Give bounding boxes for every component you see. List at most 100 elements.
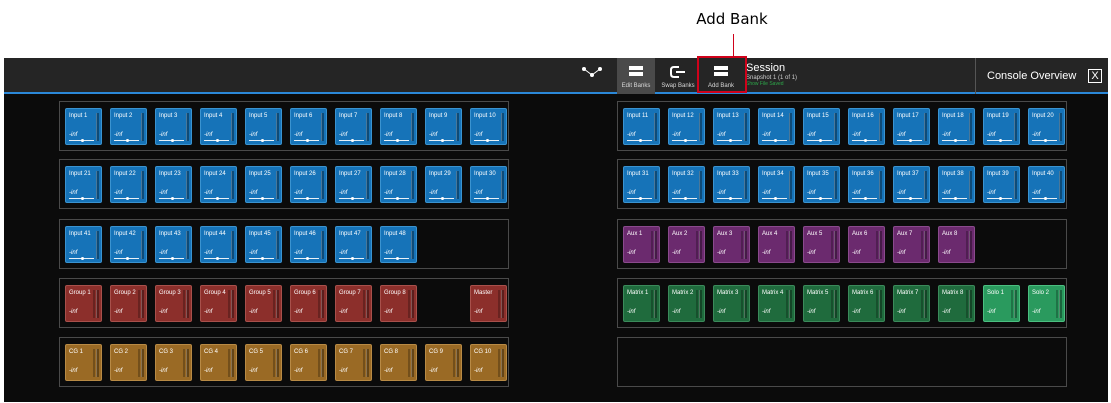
fader-knob[interactable] bbox=[864, 197, 867, 200]
fader-knob[interactable] bbox=[126, 257, 129, 260]
channel-strip-group[interactable]: Group 2 -inf bbox=[110, 285, 147, 322]
channel-strip-cg[interactable]: CG 4 -inf bbox=[200, 344, 237, 381]
fader-knob[interactable] bbox=[639, 139, 642, 142]
channel-strip-input[interactable]: Input 12 -inf bbox=[668, 108, 705, 145]
close-icon[interactable]: X bbox=[1088, 69, 1102, 83]
fader-knob[interactable] bbox=[126, 139, 129, 142]
channel-strip-input[interactable]: Input 41 -inf bbox=[65, 226, 102, 263]
channel-strip-input[interactable]: Input 27 -inf bbox=[335, 166, 372, 203]
channel-strip-input[interactable]: Input 17 -inf bbox=[893, 108, 930, 145]
fader-knob[interactable] bbox=[351, 139, 354, 142]
channel-strip-group[interactable]: Group 5 -inf bbox=[245, 285, 282, 322]
channel-strip-aux[interactable]: Aux 2 -inf bbox=[668, 226, 705, 263]
fader-knob[interactable] bbox=[729, 197, 732, 200]
channel-strip-cg[interactable]: CG 7 -inf bbox=[335, 344, 372, 381]
fader-knob[interactable] bbox=[171, 257, 174, 260]
channel-strip-cg[interactable]: CG 9 -inf bbox=[425, 344, 462, 381]
fader-knob[interactable] bbox=[909, 197, 912, 200]
channel-strip-input[interactable]: Input 2 -inf bbox=[110, 108, 147, 145]
edit-banks-button[interactable]: Edit Banks bbox=[617, 58, 655, 94]
channel-strip-input[interactable]: Input 44 -inf bbox=[200, 226, 237, 263]
channel-strip-input[interactable]: Input 3 -inf bbox=[155, 108, 192, 145]
channel-strip-aux[interactable]: Aux 6 -inf bbox=[848, 226, 885, 263]
channel-strip-input[interactable]: Input 5 -inf bbox=[245, 108, 282, 145]
channel-strip-matrix[interactable]: Matrix 3 -inf bbox=[713, 285, 750, 322]
fader-knob[interactable] bbox=[441, 139, 444, 142]
channel-strip-input[interactable]: Input 10 -inf bbox=[470, 108, 507, 145]
channel-strip-input[interactable]: Input 35 -inf bbox=[803, 166, 840, 203]
channel-strip-input[interactable]: Input 4 -inf bbox=[200, 108, 237, 145]
channel-strip-input[interactable]: Input 18 -inf bbox=[938, 108, 975, 145]
fader-knob[interactable] bbox=[819, 197, 822, 200]
fader-knob[interactable] bbox=[171, 139, 174, 142]
fader-knob[interactable] bbox=[351, 257, 354, 260]
fader-knob[interactable] bbox=[216, 139, 219, 142]
fader-knob[interactable] bbox=[81, 197, 84, 200]
channel-strip-input[interactable]: Input 1 -inf bbox=[65, 108, 102, 145]
channel-strip-matrix[interactable]: Matrix 1 -inf bbox=[623, 285, 660, 322]
bank-cg[interactable]: CG 1 -inf CG 2 -inf CG 3 -inf CG 4 -inf CG 5 -inf… bbox=[59, 337, 509, 387]
fader-knob[interactable] bbox=[81, 139, 84, 142]
fader-knob[interactable] bbox=[216, 257, 219, 260]
channel-strip-input[interactable]: Input 29 -inf bbox=[425, 166, 462, 203]
channel-strip-input[interactable]: Input 25 -inf bbox=[245, 166, 282, 203]
channel-strip-input[interactable]: Input 33 -inf bbox=[713, 166, 750, 203]
channel-strip-group[interactable]: Group 3 -inf bbox=[155, 285, 192, 322]
channel-strip-matrix[interactable]: Matrix 2 -inf bbox=[668, 285, 705, 322]
channel-strip-input[interactable]: Input 34 -inf bbox=[758, 166, 795, 203]
channel-strip-input[interactable]: Input 19 -inf bbox=[983, 108, 1020, 145]
channel-strip-matrix[interactable]: Matrix 8 -inf bbox=[938, 285, 975, 322]
channel-strip-input[interactable]: Input 31 -inf bbox=[623, 166, 660, 203]
swap-banks-button[interactable]: Swap Banks bbox=[658, 58, 698, 94]
fader-knob[interactable] bbox=[909, 139, 912, 142]
fader-knob[interactable] bbox=[81, 257, 84, 260]
channel-strip-input[interactable]: Input 16 -inf bbox=[848, 108, 885, 145]
channel-strip-input[interactable]: Input 24 -inf bbox=[200, 166, 237, 203]
channel-strip-input[interactable]: Input 47 -inf bbox=[335, 226, 372, 263]
bank-group[interactable]: Group 1 -inf Group 2 -inf Group 3 -inf Group 4… bbox=[59, 278, 509, 328]
console-overview-tab[interactable]: Console Overview X bbox=[975, 58, 1108, 94]
channel-strip-input[interactable]: Input 15 -inf bbox=[803, 108, 840, 145]
fader-knob[interactable] bbox=[306, 197, 309, 200]
channel-strip-input[interactable]: Input 38 -inf bbox=[938, 166, 975, 203]
channel-strip-input[interactable]: Input 13 -inf bbox=[713, 108, 750, 145]
channel-strip-input[interactable]: Input 9 -inf bbox=[425, 108, 462, 145]
bank-aux[interactable]: Aux 1 -inf Aux 2 -inf Aux 3 -inf Aux 4 -inf Aux … bbox=[617, 219, 1067, 269]
channel-strip-group[interactable]: Group 4 -inf bbox=[200, 285, 237, 322]
channel-strip-matrix[interactable]: Matrix 7 -inf bbox=[893, 285, 930, 322]
fader-knob[interactable] bbox=[306, 139, 309, 142]
bank-input[interactable]: Input 41 -inf Input 42 -inf Input 43 -inf Inpu… bbox=[59, 219, 509, 269]
channel-strip-aux[interactable]: Aux 4 -inf bbox=[758, 226, 795, 263]
routing-button[interactable] bbox=[570, 58, 614, 94]
channel-strip-solo[interactable]: Solo 1 -inf bbox=[983, 285, 1020, 322]
channel-strip-input[interactable]: Input 23 -inf bbox=[155, 166, 192, 203]
channel-strip-input[interactable]: Input 22 -inf bbox=[110, 166, 147, 203]
fader-knob[interactable] bbox=[126, 197, 129, 200]
fader-knob[interactable] bbox=[819, 139, 822, 142]
fader-knob[interactable] bbox=[261, 139, 264, 142]
channel-strip-cg[interactable]: CG 3 -inf bbox=[155, 344, 192, 381]
channel-strip-input[interactable]: Input 26 -inf bbox=[290, 166, 327, 203]
fader-knob[interactable] bbox=[684, 139, 687, 142]
fader-knob[interactable] bbox=[639, 197, 642, 200]
fader-knob[interactable] bbox=[1044, 197, 1047, 200]
channel-strip-group[interactable]: Group 1 -inf bbox=[65, 285, 102, 322]
channel-strip-matrix[interactable]: Matrix 4 -inf bbox=[758, 285, 795, 322]
channel-strip-input[interactable]: Input 46 -inf bbox=[290, 226, 327, 263]
channel-strip-input[interactable]: Input 32 -inf bbox=[668, 166, 705, 203]
channel-strip-input[interactable]: Input 11 -inf bbox=[623, 108, 660, 145]
channel-strip-input[interactable]: Input 40 -inf bbox=[1028, 166, 1065, 203]
fader-knob[interactable] bbox=[441, 197, 444, 200]
channel-strip-aux[interactable]: Aux 5 -inf bbox=[803, 226, 840, 263]
channel-strip-input[interactable]: Input 36 -inf bbox=[848, 166, 885, 203]
bank-input[interactable]: Input 31 -inf Input 32 -inf Input 33 -inf Inpu… bbox=[617, 159, 1067, 209]
fader-knob[interactable] bbox=[684, 197, 687, 200]
channel-strip-input[interactable]: Input 30 -inf bbox=[470, 166, 507, 203]
channel-strip-cg[interactable]: CG 8 -inf bbox=[380, 344, 417, 381]
channel-strip-aux[interactable]: Aux 3 -inf bbox=[713, 226, 750, 263]
fader-knob[interactable] bbox=[774, 139, 777, 142]
channel-strip-matrix[interactable]: Matrix 5 -inf bbox=[803, 285, 840, 322]
channel-strip-group[interactable]: Group 6 -inf bbox=[290, 285, 327, 322]
channel-strip-aux[interactable]: Aux 8 -inf bbox=[938, 226, 975, 263]
fader-knob[interactable] bbox=[774, 197, 777, 200]
